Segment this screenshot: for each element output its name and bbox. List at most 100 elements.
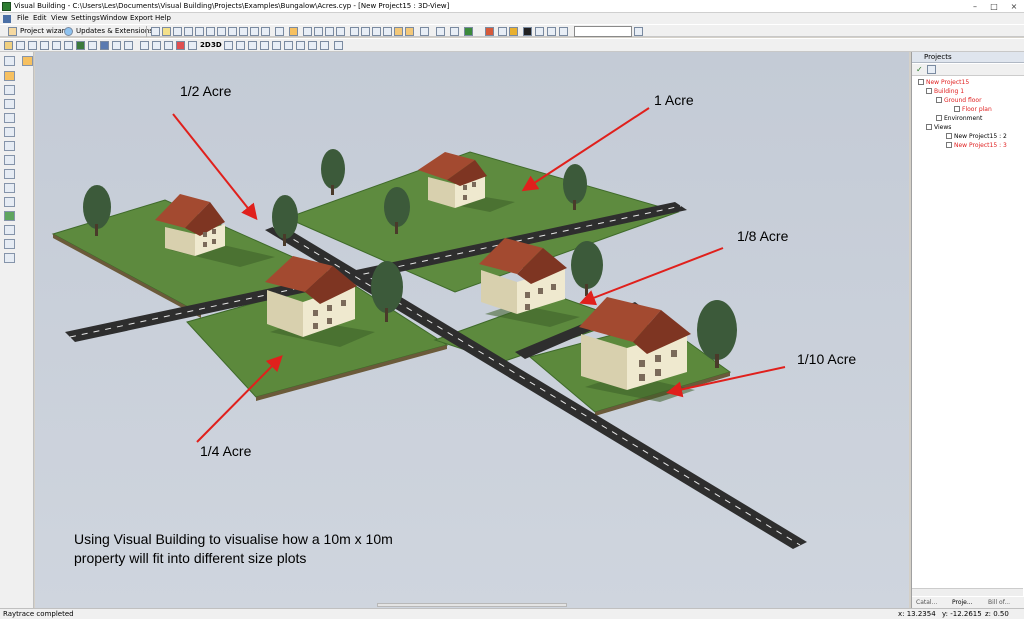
menu-view[interactable]: View xyxy=(51,14,68,23)
object-icon[interactable] xyxy=(112,41,121,50)
walk-icon[interactable] xyxy=(248,41,257,50)
table-icon[interactable] xyxy=(16,41,25,50)
rooms-icon[interactable] xyxy=(405,27,414,36)
fly-icon[interactable] xyxy=(260,41,269,50)
save-icon[interactable] xyxy=(173,27,182,36)
delete-icon[interactable] xyxy=(261,27,270,36)
updates-button[interactable]: Updates & Extensions xyxy=(76,27,153,35)
remove-icon[interactable] xyxy=(176,41,185,50)
paint-icon[interactable] xyxy=(4,253,15,263)
globe-icon[interactable] xyxy=(64,27,73,36)
tree-item-view-3d[interactable]: New Project15 : 3 xyxy=(946,141,1007,150)
camera-tripod-icon[interactable] xyxy=(334,41,343,50)
rotate-icon[interactable] xyxy=(164,41,173,50)
menu-settings[interactable]: Settings xyxy=(71,14,100,23)
view-toggle-icon[interactable] xyxy=(927,65,936,74)
print-preview-icon[interactable] xyxy=(195,27,204,36)
menu-edit[interactable]: Edit xyxy=(33,14,47,23)
line-icon[interactable] xyxy=(4,85,15,95)
document-icon[interactable] xyxy=(3,15,11,23)
menu-help[interactable]: Help xyxy=(155,14,171,23)
shield-icon[interactable] xyxy=(100,41,109,50)
tree-item-project[interactable]: New Project15 xyxy=(918,78,969,87)
tile-icon[interactable] xyxy=(296,41,305,50)
column-icon[interactable] xyxy=(4,183,15,193)
dimension-icon[interactable] xyxy=(4,113,15,123)
light-icon[interactable] xyxy=(485,27,494,36)
project-wizard-button[interactable]: Project wizard xyxy=(20,27,69,35)
menu-export[interactable]: Export xyxy=(130,14,153,23)
settings-icon[interactable] xyxy=(559,27,568,36)
terrain-icon[interactable] xyxy=(76,41,85,50)
mirror-icon[interactable] xyxy=(188,41,197,50)
camera-icon[interactable] xyxy=(420,27,429,36)
window-split-icon[interactable] xyxy=(284,41,293,50)
tree-item-environment[interactable]: Environment xyxy=(936,114,982,123)
maximize-button[interactable]: □ xyxy=(988,1,1000,12)
cut-icon[interactable] xyxy=(239,27,248,36)
arc-icon[interactable] xyxy=(4,141,15,151)
export-icon[interactable] xyxy=(206,27,215,36)
menu-window[interactable]: Window xyxy=(100,14,128,23)
landscape-icon[interactable] xyxy=(4,211,15,221)
copy-icon[interactable] xyxy=(250,27,259,36)
grid-view-icon[interactable] xyxy=(320,41,329,50)
zoom-icon[interactable] xyxy=(303,27,312,36)
menu-file[interactable]: File xyxy=(17,14,29,23)
panel-scrollbar[interactable] xyxy=(912,588,1023,596)
properties-icon[interactable] xyxy=(350,27,359,36)
view-combo[interactable] xyxy=(574,26,632,37)
walls-icon[interactable] xyxy=(394,27,403,36)
undo-icon[interactable] xyxy=(275,27,284,36)
select-icon[interactable] xyxy=(4,71,15,81)
window-tool-icon[interactable] xyxy=(40,41,49,50)
view-2d-button[interactable]: 2D xyxy=(200,41,211,49)
tree-item-building[interactable]: Building 1 xyxy=(926,87,964,96)
color-icon[interactable] xyxy=(464,27,473,36)
tree-item-views[interactable]: Views xyxy=(926,123,951,132)
redo-icon[interactable] xyxy=(289,27,298,36)
snap-icon[interactable] xyxy=(383,27,392,36)
close-button[interactable]: × xyxy=(1008,1,1020,12)
move-icon[interactable] xyxy=(152,41,161,50)
furniture-icon[interactable] xyxy=(4,225,15,235)
measure-icon[interactable] xyxy=(124,41,133,50)
checkmark-icon[interactable]: ✓ xyxy=(916,65,925,74)
sun-icon[interactable] xyxy=(509,27,518,36)
tools-icon[interactable] xyxy=(140,41,149,50)
tree-item-ground-floor[interactable]: Ground floor xyxy=(936,96,982,105)
section-icon[interactable] xyxy=(236,41,245,50)
texture-icon[interactable] xyxy=(523,27,532,36)
tree-item-floor-plan[interactable]: Floor plan xyxy=(954,105,992,114)
pointer-icon[interactable] xyxy=(22,56,33,66)
house-icon[interactable] xyxy=(4,56,15,66)
tab-projects[interactable]: Proje... xyxy=(952,598,973,608)
hatch-icon[interactable] xyxy=(4,155,15,165)
perspective-icon[interactable] xyxy=(224,41,233,50)
zoom-in-icon[interactable] xyxy=(314,27,323,36)
tab-bill-of-materials[interactable]: Bill of... xyxy=(988,598,1010,608)
wizard-icon[interactable] xyxy=(8,27,17,36)
image-icon[interactable] xyxy=(217,27,226,36)
zoom-out-icon[interactable] xyxy=(325,27,334,36)
stair-tool-icon[interactable] xyxy=(4,169,15,179)
orbit-icon[interactable] xyxy=(272,41,281,50)
print-icon[interactable] xyxy=(184,27,193,36)
minimize-button[interactable]: – xyxy=(969,1,981,12)
view-3d-button[interactable]: 3D xyxy=(211,41,222,49)
material-icon[interactable] xyxy=(450,27,459,36)
zoom-fit-icon[interactable] xyxy=(336,27,345,36)
mail-icon[interactable] xyxy=(228,27,237,36)
wall-tool-icon[interactable] xyxy=(28,41,37,50)
stairs-icon[interactable] xyxy=(64,41,73,50)
grid-icon[interactable] xyxy=(372,27,381,36)
plan-icon[interactable] xyxy=(4,41,13,50)
open-folder-icon[interactable] xyxy=(162,27,171,36)
layers-icon[interactable] xyxy=(361,27,370,36)
frame-icon[interactable] xyxy=(535,27,544,36)
door-tool-icon[interactable] xyxy=(52,41,61,50)
render-icon[interactable] xyxy=(436,27,445,36)
roof-icon[interactable] xyxy=(88,41,97,50)
tab-catalog[interactable]: Catal... xyxy=(916,598,937,608)
text-tool-icon[interactable] xyxy=(4,127,15,137)
